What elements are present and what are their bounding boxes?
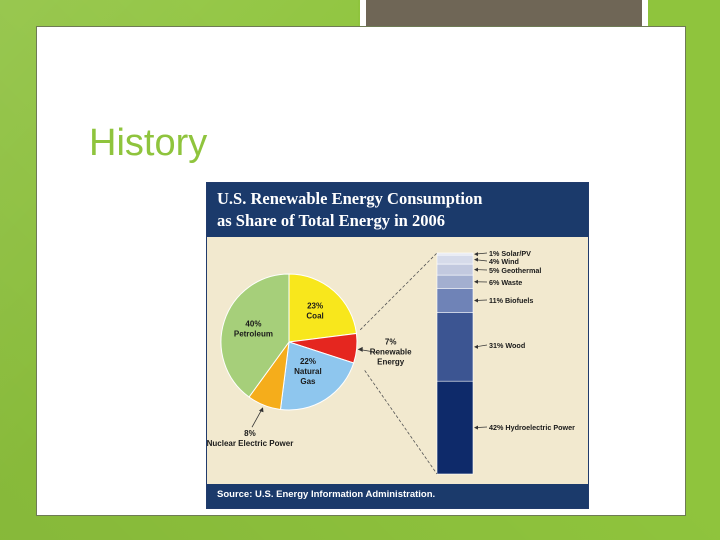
pie-label-pct-2: 22% bbox=[300, 357, 316, 366]
pie-label-name-1: Renewable bbox=[370, 347, 412, 356]
pie-label-pct-0: 23% bbox=[307, 301, 323, 310]
bar-segment-0 bbox=[436, 380, 474, 475]
pie-label-pct-4: 40% bbox=[245, 319, 261, 328]
bar-pointer-arrow-6 bbox=[474, 252, 478, 257]
pie-label-pct-1: 7% bbox=[385, 337, 397, 346]
chart-figure: U.S. Renewable Energy Consumption as Sha… bbox=[206, 182, 589, 509]
pie-label-name-3: Nuclear Electric Power bbox=[207, 439, 293, 448]
connector-bottom bbox=[364, 370, 438, 475]
figure-header: U.S. Renewable Energy Consumption as Sha… bbox=[207, 183, 588, 237]
figure-footer: Source: U.S. Energy Information Administ… bbox=[207, 484, 588, 508]
pie-label-name2-1: Energy bbox=[377, 357, 405, 366]
figure-title-line-2: as Share of Total Energy in 2006 bbox=[217, 211, 445, 230]
bar-pointer-arrow-3 bbox=[474, 279, 478, 284]
bar-segment-4 bbox=[436, 263, 474, 276]
pie-label-name2-2: Gas bbox=[300, 377, 316, 386]
pie-label-name-4: Petroleum bbox=[234, 329, 273, 338]
bar-pointer-arrow-5 bbox=[474, 257, 478, 262]
pie-label-pct-3: 8% bbox=[244, 429, 256, 438]
figure-source: Source: U.S. Energy Information Administ… bbox=[217, 489, 436, 500]
bar-segment-1 bbox=[436, 312, 474, 382]
bar-segment-3 bbox=[436, 274, 474, 289]
bar-segment-6 bbox=[436, 252, 474, 256]
bar-pointer-arrow-1 bbox=[474, 344, 478, 349]
chart-svg: 23%Coal 7%RenewableEnergy 22%NaturalGas 8%N… bbox=[207, 249, 575, 475]
nuclear-pointer-arrow bbox=[258, 407, 264, 413]
renewable-pointer-arrow bbox=[357, 346, 363, 352]
bar-label-3: 6% Waste bbox=[489, 278, 522, 287]
bar-label-5: 4% Wind bbox=[489, 257, 519, 266]
bar-segment-5 bbox=[436, 254, 474, 265]
bar-label-2: 11% Biofuels bbox=[489, 296, 533, 305]
nuclear-pointer-line bbox=[251, 409, 263, 428]
figure-title-line-1: U.S. Renewable Energy Consumption bbox=[217, 189, 483, 208]
bar-label-0: 42% Hydroelectric Power bbox=[489, 423, 575, 432]
bar-segment-2 bbox=[436, 288, 474, 313]
pie-label-name-2: Natural bbox=[294, 367, 322, 376]
bar-label-6: 1% Solar/PV bbox=[489, 249, 531, 258]
pie-label-name-0: Coal bbox=[306, 311, 323, 320]
connector-top bbox=[359, 252, 438, 331]
bar-pointer-arrow-4 bbox=[474, 267, 478, 272]
bar-pointer-arrow-0 bbox=[474, 425, 478, 430]
bar-label-1: 31% Wood bbox=[489, 341, 525, 350]
slide-title: History bbox=[89, 122, 208, 164]
bar-pointer-arrow-2 bbox=[474, 298, 478, 303]
bar-label-4: 5% Geothermal bbox=[489, 266, 541, 275]
